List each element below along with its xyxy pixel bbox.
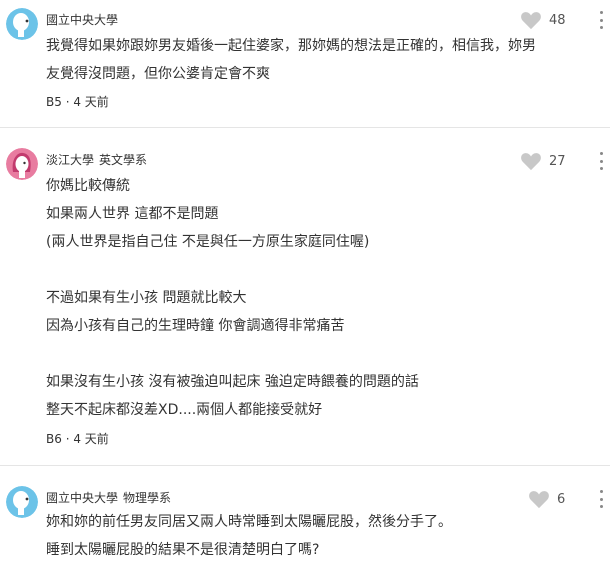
- comment-author: 國立中央大學: [46, 11, 123, 28]
- heart-icon: [521, 12, 541, 30]
- comment-author: 淡江大學 英文學系: [46, 151, 147, 168]
- avatar[interactable]: [6, 486, 38, 518]
- comment-line: 妳和妳的前任男友同居又兩人時常睡到太陽曬屁股，然後分手了。: [46, 514, 452, 530]
- comment-line: 我覺得如果妳跟妳男友婚後一起住婆家，那妳媽的想法是正確的，相信我，妳男: [46, 38, 536, 54]
- school-name: 淡江大學: [46, 153, 95, 167]
- department-name: 英文學系: [99, 153, 148, 167]
- comment-line: 整天不起床都沒差XD....兩個人都能接受就好: [46, 402, 323, 418]
- comment-line: (兩人世界是指自己住 不是與任一方原生家庭同住喔): [46, 234, 370, 250]
- comment-line: 如果兩人世界 這都不是問題: [46, 206, 219, 222]
- post-time: 4 天前: [73, 432, 109, 446]
- user-avatar-icon: [6, 8, 38, 40]
- comment-b7: 國立中央大學 物理學系 6 妳和妳的前任男友同居又兩人時常睡到太陽曬屁股，然後分手…: [0, 466, 610, 562]
- more-vertical-icon: [599, 152, 603, 155]
- heart-icon: [521, 153, 541, 171]
- more-vertical-icon: [599, 490, 603, 493]
- more-options-button[interactable]: [597, 490, 605, 508]
- department-name: 物理學系: [123, 491, 172, 505]
- comment-line: 因為小孩有自己的生理時鐘 你會調適得非常痛苦: [46, 318, 345, 334]
- comment-line: 不過如果有生小孩 問題就比較大: [46, 290, 247, 306]
- comment-line: 睡到太陽曬屁股的結果不是很清楚明白了嗎?: [46, 542, 320, 558]
- like-button[interactable]: 27: [520, 150, 590, 172]
- more-vertical-icon: [599, 11, 603, 14]
- comment-line: 如果沒有生小孩 沒有被強迫叫起床 強迫定時餵養的問題的話: [46, 374, 419, 390]
- comment-body: 你媽比較傳統 如果兩人世界 這都不是問題 (兩人世界是指自己住 不是與任一方原生…: [46, 172, 602, 424]
- avatar[interactable]: [6, 148, 38, 180]
- comment-b5: 國立中央大學 48 我覺得如果妳跟妳男友婚後一起住婆家，那妳媽的想法是正確的，相…: [0, 0, 610, 126]
- user-avatar-icon: [6, 486, 38, 518]
- comment-b6: 淡江大學 英文學系 27 你媽比較傳統 如果兩人世界 這都不是問題 (兩人世界是指…: [0, 128, 610, 464]
- comment-meta: B5 · 4 天前: [46, 95, 109, 109]
- post-time: 4 天前: [73, 95, 109, 109]
- school-name: 國立中央大學: [46, 13, 119, 27]
- comment-line: 友覺得沒問題，但你公婆肯定會不爽: [46, 66, 270, 82]
- avatar[interactable]: [6, 8, 38, 40]
- user-avatar-icon: [6, 148, 38, 180]
- like-button[interactable]: 6: [528, 488, 598, 510]
- more-options-button[interactable]: [597, 152, 605, 170]
- comment-meta: B6 · 4 天前: [46, 432, 109, 446]
- comment-line: [46, 340, 602, 368]
- like-button[interactable]: 48: [520, 9, 590, 31]
- floor-number: B6: [46, 432, 62, 446]
- comment-author: 國立中央大學 物理學系: [46, 489, 171, 506]
- comment-line: 你媽比較傳統: [46, 178, 130, 194]
- like-count: 48: [549, 12, 566, 28]
- floor-number: B5: [46, 95, 62, 109]
- like-count: 27: [549, 153, 566, 169]
- more-options-button[interactable]: [597, 11, 605, 29]
- comment-body: 妳和妳的前任男友同居又兩人時常睡到太陽曬屁股，然後分手了。 睡到太陽曬屁股的結果…: [46, 508, 602, 564]
- comment-line: [46, 256, 602, 284]
- comment-body: 我覺得如果妳跟妳男友婚後一起住婆家，那妳媽的想法是正確的，相信我，妳男 友覺得沒…: [46, 32, 602, 88]
- school-name: 國立中央大學: [46, 491, 119, 505]
- heart-icon: [529, 491, 549, 509]
- like-count: 6: [557, 491, 566, 507]
